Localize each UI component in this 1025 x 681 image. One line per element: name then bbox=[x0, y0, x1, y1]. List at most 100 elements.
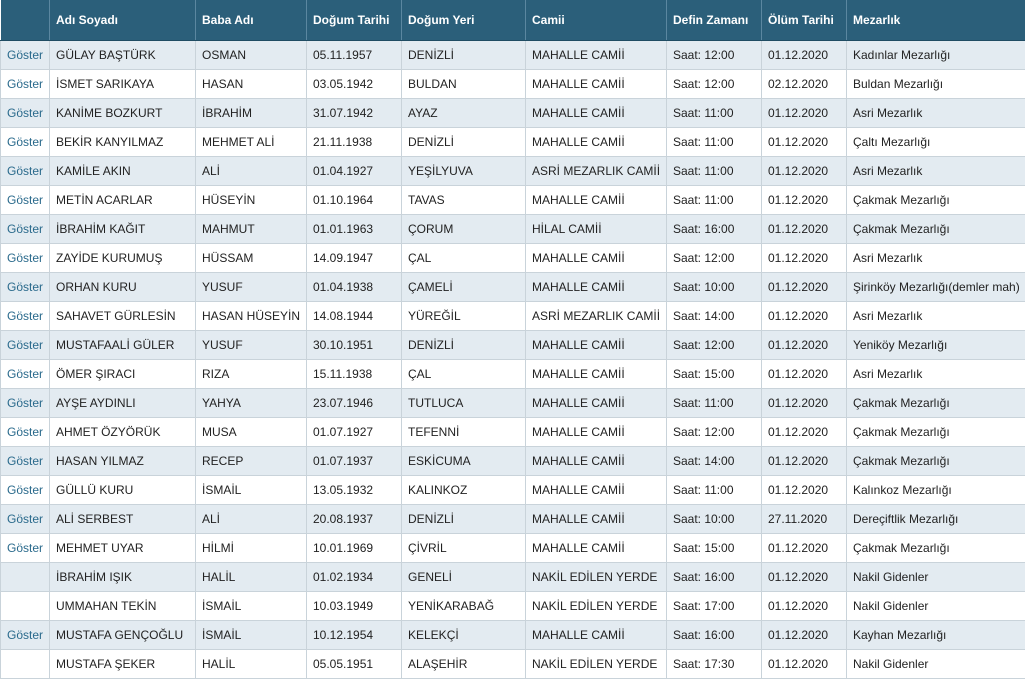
show-link[interactable]: Göster bbox=[0, 620, 50, 650]
cell-father-name: RECEP bbox=[195, 446, 307, 476]
cell-burial-time: Saat: 10:00 bbox=[666, 272, 762, 302]
cell-birth-date: 01.07.1927 bbox=[306, 417, 402, 447]
header-birth-place: Doğum Yeri bbox=[401, 0, 526, 41]
cell-death-date: 01.12.2020 bbox=[761, 98, 847, 128]
table-row: Göster MEHMET UYAR HİLMİ 10.01.1969 ÇİVRİL MA… bbox=[0, 533, 1025, 563]
show-link[interactable]: Göster bbox=[0, 504, 50, 534]
cell-name: UMMAHAN TEKİN bbox=[49, 591, 196, 621]
table-row: Göster GÜLAY BAŞTÜRK OSMAN 05.11.1957 DENİZL… bbox=[0, 40, 1025, 70]
show-link[interactable]: Göster bbox=[0, 301, 50, 331]
cell-father-name: OSMAN bbox=[195, 40, 307, 70]
cell-death-date: 01.12.2020 bbox=[761, 562, 847, 592]
cell-birth-place: DENİZLİ bbox=[401, 127, 526, 157]
cell-birth-date: 01.10.1964 bbox=[306, 185, 402, 215]
cell-death-date: 01.12.2020 bbox=[761, 417, 847, 447]
cell-burial-time: Saat: 12:00 bbox=[666, 40, 762, 70]
header-burial-time: Defin Zamanı bbox=[666, 0, 762, 41]
cell-cemetery: Kadınlar Mezarlığı bbox=[846, 40, 1025, 70]
table-row: Göster HASAN YILMAZ RECEP 01.07.1937 ESKİCUM… bbox=[0, 446, 1025, 476]
cell-mosque: ASRİ MEZARLIK CAMİİ bbox=[525, 156, 667, 186]
cell-birth-place: DENİZLİ bbox=[401, 330, 526, 360]
cell-burial-time: Saat: 16:00 bbox=[666, 562, 762, 592]
cell-death-date: 01.12.2020 bbox=[761, 620, 847, 650]
cell-father-name: İSMAİL bbox=[195, 475, 307, 505]
show-link[interactable]: Göster bbox=[0, 533, 50, 563]
cell-mosque: MAHALLE CAMİİ bbox=[525, 475, 667, 505]
cell-burial-time: Saat: 16:00 bbox=[666, 620, 762, 650]
cell-burial-time: Saat: 11:00 bbox=[666, 388, 762, 418]
cell-father-name: MUSA bbox=[195, 417, 307, 447]
cell-burial-time: Saat: 10:00 bbox=[666, 504, 762, 534]
cell-death-date: 01.12.2020 bbox=[761, 330, 847, 360]
show-link[interactable]: Göster bbox=[0, 243, 50, 273]
show-link[interactable]: Göster bbox=[0, 156, 50, 186]
show-link[interactable]: Göster bbox=[0, 127, 50, 157]
cell-name: İBRAHİM IŞIK bbox=[49, 562, 196, 592]
cell-father-name: HALİL bbox=[195, 649, 307, 679]
cell-birth-place: GENELİ bbox=[401, 562, 526, 592]
cell-mosque: MAHALLE CAMİİ bbox=[525, 620, 667, 650]
cell-name: ALİ SERBEST bbox=[49, 504, 196, 534]
cell-name: İSMET SARIKAYA bbox=[49, 69, 196, 99]
cell-name: HASAN YILMAZ bbox=[49, 446, 196, 476]
cell-cemetery: Çakmak Mezarlığı bbox=[846, 446, 1025, 476]
cell-name: MUSTAFA GENÇOĞLU bbox=[49, 620, 196, 650]
show-link[interactable]: Göster bbox=[0, 359, 50, 389]
cell-birth-place: DENİZLİ bbox=[401, 504, 526, 534]
cell-name: ZAYİDE KURUMUŞ bbox=[49, 243, 196, 273]
cell-birth-date: 23.07.1946 bbox=[306, 388, 402, 418]
cell-name: ÖMER ŞIRACI bbox=[49, 359, 196, 389]
cell-father-name: İBRAHİM bbox=[195, 98, 307, 128]
cell-cemetery: Çakmak Mezarlığı bbox=[846, 388, 1025, 418]
show-link[interactable]: Göster bbox=[0, 446, 50, 476]
cell-cemetery: Asri Mezarlık bbox=[846, 98, 1025, 128]
cell-birth-date: 10.03.1949 bbox=[306, 591, 402, 621]
cell-father-name: YAHYA bbox=[195, 388, 307, 418]
cell-mosque: MAHALLE CAMİİ bbox=[525, 40, 667, 70]
cell-burial-time: Saat: 11:00 bbox=[666, 127, 762, 157]
show-link[interactable]: Göster bbox=[0, 272, 50, 302]
table-row: Göster AYŞE AYDINLI YAHYA 23.07.1946 TUTLUCA… bbox=[0, 388, 1025, 418]
show-link[interactable]: Göster bbox=[0, 69, 50, 99]
cell-cemetery: Asri Mezarlık bbox=[846, 359, 1025, 389]
cell-father-name: HALİL bbox=[195, 562, 307, 592]
cell-birth-place: DENİZLİ bbox=[401, 40, 526, 70]
cell-birth-place: ÇORUM bbox=[401, 214, 526, 244]
cell-birth-date: 10.12.1954 bbox=[306, 620, 402, 650]
cell-cemetery: Nakil Gidenler bbox=[846, 649, 1025, 679]
cell-mosque: MAHALLE CAMİİ bbox=[525, 330, 667, 360]
cell-cemetery: Nakil Gidenler bbox=[846, 562, 1025, 592]
show-link[interactable]: Göster bbox=[0, 40, 50, 70]
cell-mosque: MAHALLE CAMİİ bbox=[525, 243, 667, 273]
cell-name: AHMET ÖZYÖRÜK bbox=[49, 417, 196, 447]
show-link bbox=[0, 591, 50, 621]
cell-burial-time: Saat: 14:00 bbox=[666, 446, 762, 476]
cell-name: METİN ACARLAR bbox=[49, 185, 196, 215]
cell-birth-date: 20.08.1937 bbox=[306, 504, 402, 534]
cell-cemetery: Asri Mezarlık bbox=[846, 243, 1025, 273]
cell-father-name: HASAN HÜSEYİN bbox=[195, 301, 307, 331]
cell-name: AYŞE AYDINLI bbox=[49, 388, 196, 418]
show-link[interactable]: Göster bbox=[0, 330, 50, 360]
table-row: Göster BEKİR KANYILMAZ MEHMET ALİ 21.11.193… bbox=[0, 127, 1025, 157]
cell-mosque: MAHALLE CAMİİ bbox=[525, 388, 667, 418]
show-link[interactable]: Göster bbox=[0, 388, 50, 418]
show-link[interactable]: Göster bbox=[0, 417, 50, 447]
cell-birth-date: 14.08.1944 bbox=[306, 301, 402, 331]
cell-death-date: 01.12.2020 bbox=[761, 214, 847, 244]
cell-birth-place: ÇAL bbox=[401, 359, 526, 389]
show-link[interactable]: Göster bbox=[0, 185, 50, 215]
table-row: Göster MUSTAFA GENÇOĞLU İSMAİL 10.12.1954 KE… bbox=[0, 620, 1025, 650]
cell-mosque: MAHALLE CAMİİ bbox=[525, 417, 667, 447]
header-action bbox=[0, 0, 50, 41]
header-death-date: Ölüm Tarihi bbox=[761, 0, 847, 41]
show-link[interactable]: Göster bbox=[0, 475, 50, 505]
cell-father-name: İSMAİL bbox=[195, 591, 307, 621]
show-link[interactable]: Göster bbox=[0, 214, 50, 244]
cell-father-name: MEHMET ALİ bbox=[195, 127, 307, 157]
cell-burial-time: Saat: 15:00 bbox=[666, 533, 762, 563]
cell-mosque: NAKİL EDİLEN YERDE bbox=[525, 649, 667, 679]
cell-mosque: MAHALLE CAMİİ bbox=[525, 446, 667, 476]
cell-burial-time: Saat: 11:00 bbox=[666, 185, 762, 215]
show-link[interactable]: Göster bbox=[0, 98, 50, 128]
